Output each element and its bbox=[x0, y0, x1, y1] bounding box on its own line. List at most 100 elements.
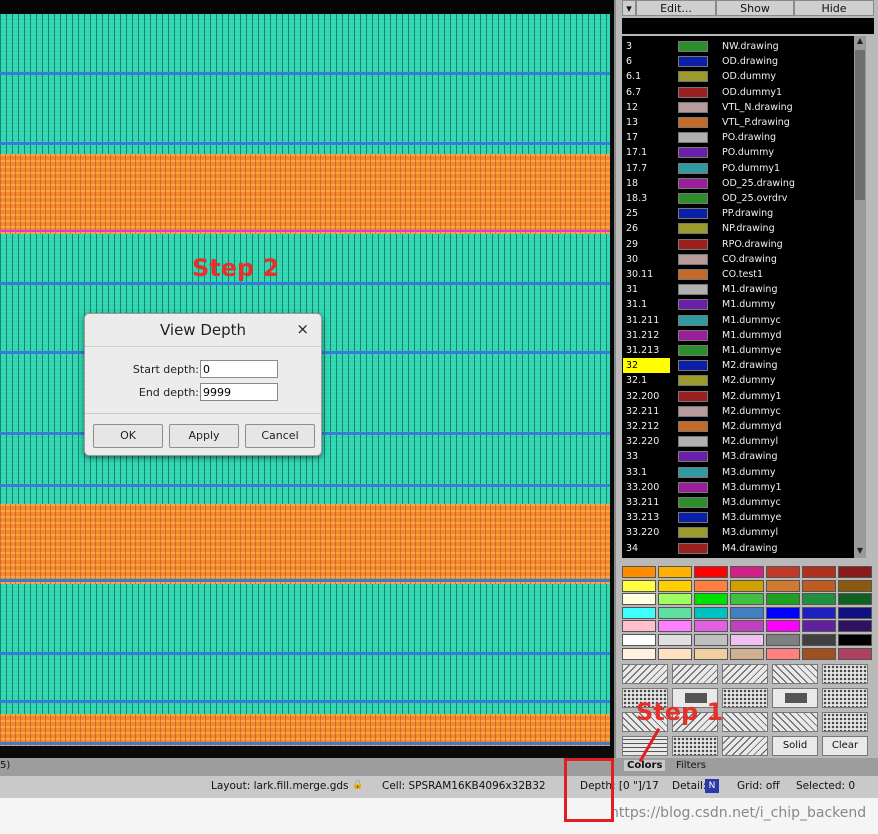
layer-row[interactable]: 33.220 M3.dummyl bbox=[622, 525, 866, 540]
palette-color-swatch[interactable] bbox=[730, 593, 764, 606]
palette-color-swatch[interactable] bbox=[802, 593, 836, 606]
layer-swatch[interactable] bbox=[678, 147, 708, 159]
end-depth-input[interactable] bbox=[200, 383, 278, 401]
layer-row[interactable]: 33.200 M3.dummy1 bbox=[622, 480, 866, 495]
layer-swatch[interactable] bbox=[678, 132, 708, 144]
palette-color-swatch[interactable] bbox=[766, 593, 800, 606]
layer-swatch[interactable] bbox=[678, 253, 708, 265]
solid-button[interactable]: Solid bbox=[772, 736, 818, 756]
stipple-block-2[interactable] bbox=[772, 688, 818, 708]
layer-row[interactable]: 6 OD.drawing bbox=[622, 54, 866, 69]
layer-row[interactable]: 33.213 M3.dummye bbox=[622, 510, 866, 525]
palette-color-swatch[interactable] bbox=[694, 634, 728, 646]
layer-swatch[interactable] bbox=[678, 299, 708, 311]
edit-button[interactable]: Edit... bbox=[636, 0, 716, 16]
palette-color-swatch[interactable] bbox=[766, 566, 800, 578]
palette-color-swatch[interactable] bbox=[730, 579, 764, 592]
stipple-diagonal[interactable] bbox=[622, 664, 668, 684]
stipple-weave[interactable] bbox=[722, 736, 768, 756]
palette-color-swatch[interactable] bbox=[766, 647, 800, 660]
layer-swatch[interactable] bbox=[678, 527, 708, 539]
palette-color-swatch[interactable] bbox=[658, 647, 692, 660]
layer-row[interactable]: 31.212 M1.dummyd bbox=[622, 328, 866, 343]
palette-color-swatch[interactable] bbox=[694, 606, 728, 619]
stipple-hatch-4[interactable] bbox=[772, 712, 818, 732]
layer-swatch[interactable] bbox=[678, 405, 708, 417]
palette-color-swatch[interactable] bbox=[838, 566, 872, 578]
stipple-dots[interactable] bbox=[822, 664, 868, 684]
palette-color-swatch[interactable] bbox=[658, 620, 692, 633]
palette-color-swatch[interactable] bbox=[766, 579, 800, 592]
hide-button[interactable]: Hide bbox=[794, 0, 874, 16]
dialog-titlebar[interactable]: View Depth × bbox=[85, 314, 321, 347]
layout-canvas[interactable]: Step 2 View Depth × Start depth: End dep… bbox=[0, 0, 614, 758]
palette-color-swatch[interactable] bbox=[658, 566, 692, 578]
layer-swatch[interactable] bbox=[678, 238, 708, 250]
layer-row[interactable]: 32.200 M2.dummy1 bbox=[622, 389, 866, 404]
stipple-plus-2[interactable] bbox=[822, 712, 868, 732]
stipple-checker[interactable] bbox=[722, 688, 768, 708]
palette-color-swatch[interactable] bbox=[730, 634, 764, 646]
scroll-up-icon[interactable]: ▲ bbox=[854, 36, 866, 48]
layer-swatch[interactable] bbox=[678, 41, 708, 52]
layer-swatch[interactable] bbox=[678, 117, 708, 128]
layer-row[interactable]: 25 PP.drawing bbox=[622, 206, 866, 221]
layer-row[interactable]: 31.1 M1.dummy bbox=[622, 297, 866, 312]
palette-color-swatch[interactable] bbox=[838, 620, 872, 633]
layer-swatch[interactable] bbox=[678, 71, 708, 83]
layer-list[interactable]: 3 NW.drawing 6 OD.drawing 6.1 OD.dummy 6.7 OD.d… bbox=[622, 36, 866, 558]
layer-row[interactable]: 6.1 OD.dummy bbox=[622, 69, 866, 84]
tab-filters[interactable]: Filters bbox=[676, 760, 706, 771]
palette-color-swatch[interactable] bbox=[802, 647, 836, 660]
detail-icon[interactable]: N bbox=[705, 779, 719, 793]
layer-swatch[interactable] bbox=[678, 162, 708, 174]
layer-swatch[interactable] bbox=[678, 375, 708, 387]
close-icon[interactable]: × bbox=[296, 320, 309, 338]
palette-color-swatch[interactable] bbox=[694, 647, 728, 660]
palette-color-swatch[interactable] bbox=[838, 579, 872, 592]
stipple-hatch-3[interactable] bbox=[722, 712, 768, 732]
palette-color-swatch[interactable] bbox=[730, 620, 764, 633]
layer-swatch[interactable] bbox=[678, 177, 708, 189]
palette-color-swatch[interactable] bbox=[838, 647, 872, 660]
layer-swatch[interactable] bbox=[678, 208, 708, 220]
clear-button[interactable]: Clear bbox=[822, 736, 868, 756]
layer-swatch[interactable] bbox=[678, 329, 708, 341]
layer-swatch[interactable] bbox=[678, 193, 708, 204]
palette-color-swatch[interactable] bbox=[694, 593, 728, 606]
layer-row[interactable]: 30 CO.drawing bbox=[622, 252, 866, 267]
layer-list-scrollbar[interactable]: ▲ ▼ bbox=[854, 36, 866, 558]
layer-row[interactable]: 33.211 M3.dummyc bbox=[622, 495, 866, 510]
palette-color-swatch[interactable] bbox=[766, 620, 800, 633]
palette-color-swatch[interactable] bbox=[838, 606, 872, 619]
palette-color-swatch[interactable] bbox=[802, 566, 836, 578]
layer-swatch[interactable] bbox=[678, 314, 708, 326]
start-depth-input[interactable] bbox=[200, 360, 278, 378]
palette-color-swatch[interactable] bbox=[730, 566, 764, 578]
stipple-plus[interactable] bbox=[822, 688, 868, 708]
layer-swatch[interactable] bbox=[678, 512, 708, 524]
palette-color-swatch[interactable] bbox=[802, 579, 836, 592]
palette-color-swatch[interactable] bbox=[622, 647, 656, 660]
layer-swatch[interactable] bbox=[678, 223, 708, 235]
palette-color-swatch[interactable] bbox=[622, 620, 656, 633]
layer-swatch[interactable] bbox=[678, 86, 708, 98]
layer-row[interactable]: 6.7 OD.dummy1 bbox=[622, 85, 866, 100]
palette-color-swatch[interactable] bbox=[622, 606, 656, 619]
layer-swatch[interactable] bbox=[678, 466, 708, 478]
layer-row[interactable]: 31 M1.drawing bbox=[622, 282, 866, 297]
palette-color-swatch[interactable] bbox=[658, 593, 692, 606]
layer-swatch[interactable] bbox=[678, 481, 708, 493]
layer-swatch[interactable] bbox=[678, 421, 708, 432]
layer-row[interactable]: 31.211 M1.dummyc bbox=[622, 313, 866, 328]
palette-color-swatch[interactable] bbox=[730, 647, 764, 660]
palette-color-swatch[interactable] bbox=[622, 566, 656, 578]
palette-color-swatch[interactable] bbox=[838, 593, 872, 606]
layer-swatch[interactable] bbox=[678, 451, 708, 463]
palette-color-swatch[interactable] bbox=[802, 606, 836, 619]
palette-color-swatch[interactable] bbox=[658, 634, 692, 646]
cancel-button[interactable]: Cancel bbox=[245, 424, 315, 448]
layer-row[interactable]: 12 VTL_N.drawing bbox=[622, 100, 866, 115]
palette-color-swatch[interactable] bbox=[802, 634, 836, 646]
palette-color-swatch[interactable] bbox=[694, 579, 728, 592]
